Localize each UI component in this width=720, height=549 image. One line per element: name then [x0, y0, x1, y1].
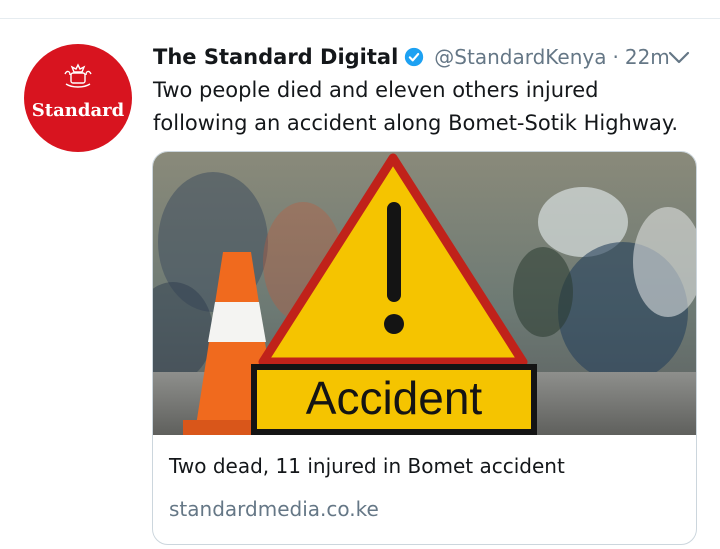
user-handle[interactable]: @StandardKenya: [434, 45, 606, 69]
tweet-text: Two people died and eleven others injure…: [153, 78, 679, 135]
crest-icon: [64, 63, 92, 88]
separator-dot: ·: [612, 45, 619, 69]
card-domain[interactable]: standardmedia.co.ke: [169, 497, 379, 521]
sign-text: Accident: [306, 372, 483, 424]
link-card[interactable]: Accident Two dead, 11 injured in Bomet a…: [152, 151, 697, 545]
chevron-down-icon[interactable]: [664, 42, 694, 72]
tweet-header: The Standard Digital @StandardKenya · 22…: [153, 40, 670, 74]
display-name[interactable]: The Standard Digital: [153, 45, 398, 69]
avatar[interactable]: Standard: [24, 44, 132, 152]
verified-badge-icon: [405, 47, 424, 67]
card-title[interactable]: Two dead, 11 injured in Bomet accident: [169, 454, 565, 478]
card-image: Accident: [153, 152, 696, 435]
top-divider: [0, 18, 720, 19]
avatar-brand-label: Standard: [31, 100, 125, 121]
